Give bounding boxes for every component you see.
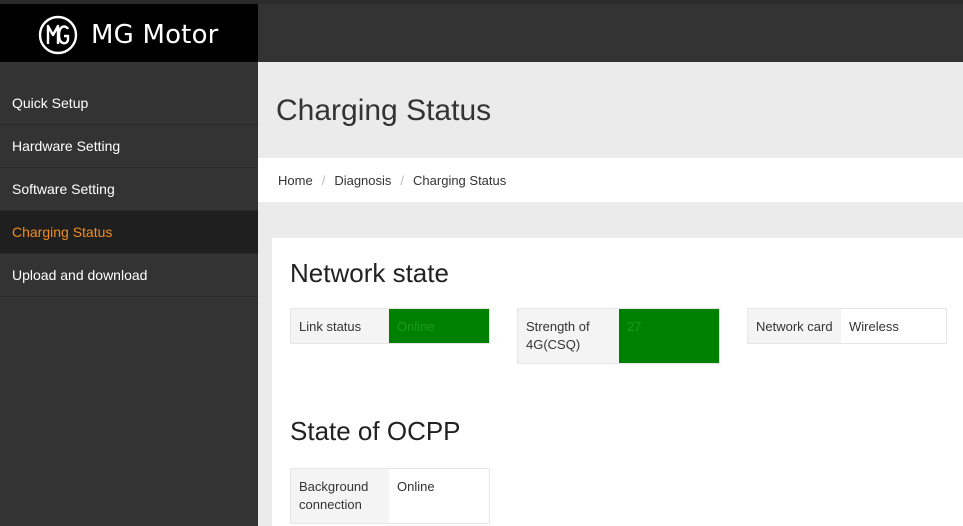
signal-strength-field: Strength of 4G(CSQ) 27 <box>517 308 720 364</box>
top-header: MG Motor <box>0 0 963 66</box>
page-title: Charging Status <box>276 94 492 127</box>
sidebar-item-upload-and-download[interactable]: Upload and download <box>0 254 258 297</box>
main-content: Charging Status Home / Diagnosis / Charg… <box>258 62 963 526</box>
network-card-value: Wireless <box>841 309 946 343</box>
status-card: Network state Link status Online Strengt… <box>272 238 963 526</box>
brand-name: MG Motor <box>91 20 219 50</box>
link-status-value: Online <box>389 309 489 343</box>
brand-logo[interactable]: MG Motor <box>0 4 258 66</box>
sidebar-item-charging-status[interactable]: Charging Status <box>0 211 258 254</box>
link-status-label: Link status <box>291 309 389 343</box>
breadcrumb-home[interactable]: Home <box>278 173 313 188</box>
background-connection-value: Online <box>389 469 489 523</box>
sidebar-item-quick-setup[interactable]: Quick Setup <box>0 82 258 125</box>
ocpp-state-title: State of OCPP <box>290 416 461 446</box>
breadcrumb-diagnosis[interactable]: Diagnosis <box>334 173 391 188</box>
link-status-field: Link status Online <box>290 308 490 344</box>
mg-logo-icon <box>38 15 78 55</box>
background-connection-field: Background connection Online <box>290 468 490 524</box>
sidebar-item-hardware-setting[interactable]: Hardware Setting <box>0 125 258 168</box>
breadcrumb-separator: / <box>321 172 326 188</box>
background-connection-label: Background connection <box>291 469 389 523</box>
signal-strength-value: 27 <box>619 309 719 363</box>
network-card-label: Network card <box>748 309 841 343</box>
network-card-field: Network card Wireless <box>747 308 947 344</box>
breadcrumb: Home / Diagnosis / Charging Status <box>258 158 963 202</box>
network-state-title: Network state <box>290 258 449 288</box>
sidebar-item-software-setting[interactable]: Software Setting <box>0 168 258 211</box>
breadcrumb-current: Charging Status <box>413 172 507 188</box>
signal-strength-label: Strength of 4G(CSQ) <box>518 309 619 363</box>
breadcrumb-separator: / <box>400 172 405 188</box>
sidebar: Quick Setup Hardware Setting Software Se… <box>0 62 258 526</box>
